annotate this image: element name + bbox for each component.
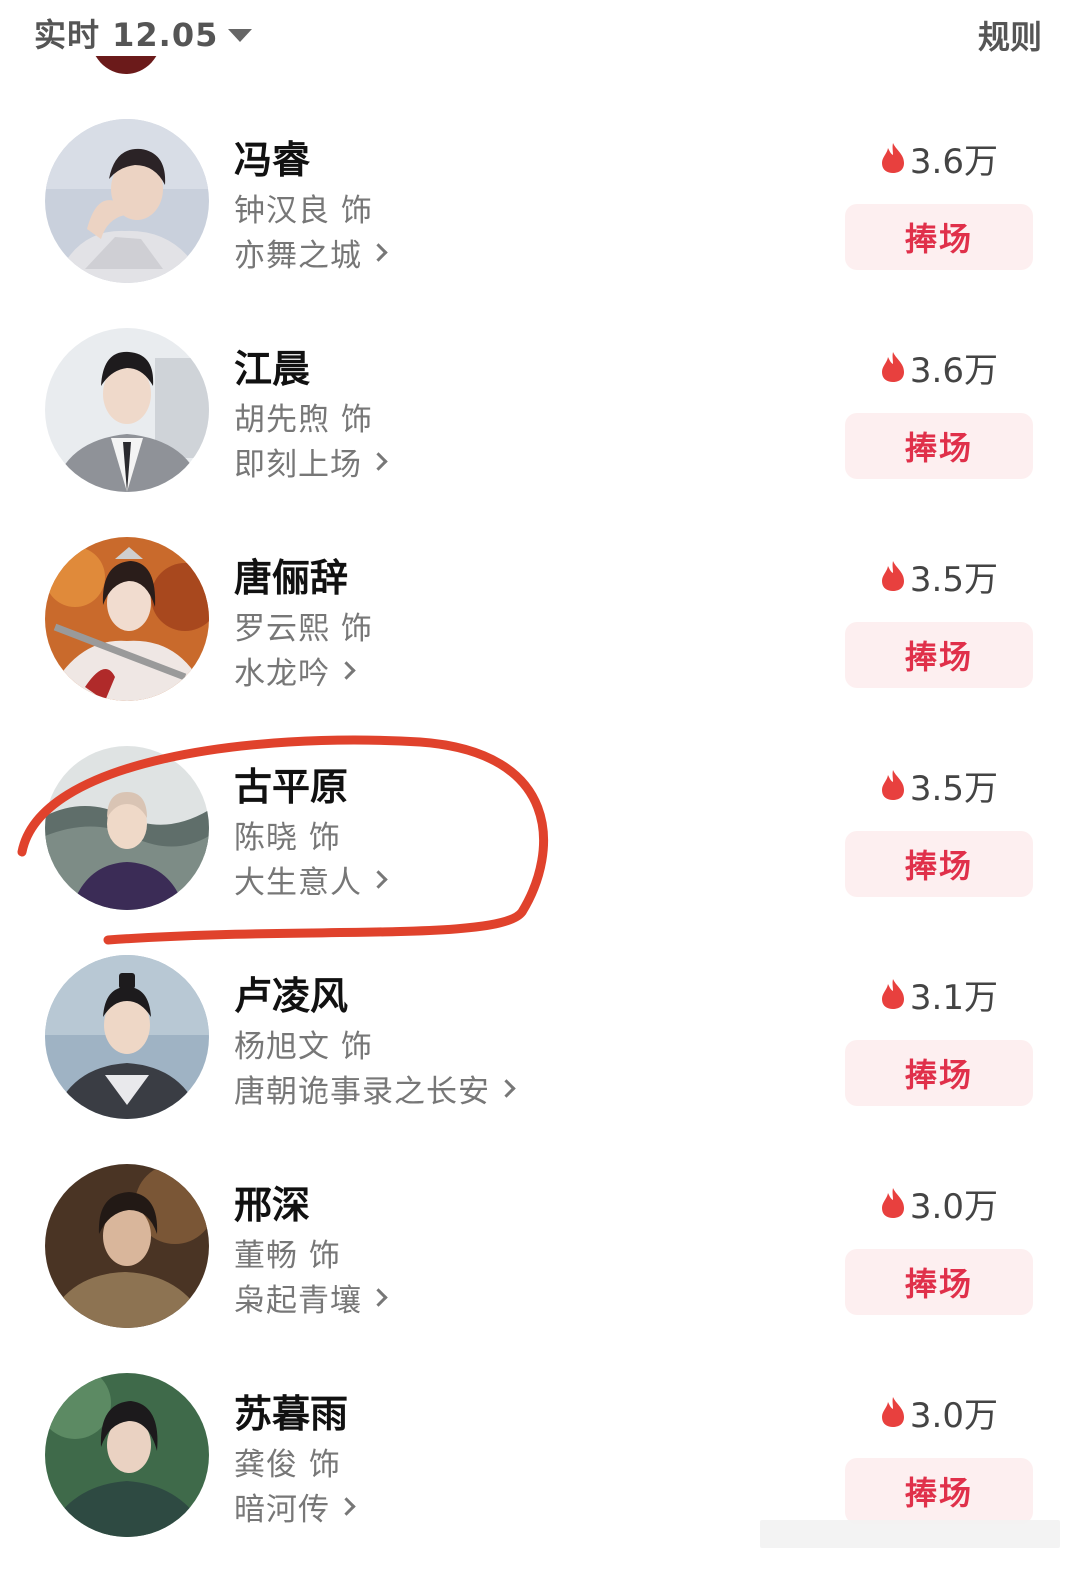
actor-role: 龚俊 饰 [234, 1447, 341, 1483]
flame-icon [881, 770, 904, 800]
avatar[interactable] [45, 328, 209, 492]
character-name: 古平原 [234, 765, 349, 809]
heat-score: 3.6万 [880, 345, 998, 391]
chevron-right-icon [369, 1287, 388, 1307]
flame-icon [881, 352, 904, 382]
actor-role: 董畅 饰 [234, 1238, 341, 1274]
drama-link[interactable]: 即刻上场 [234, 441, 388, 483]
list-item[interactable]: 卢凌风 杨旭文 饰 唐朝诡事录之长安 3.1万 捧场 [0, 932, 1080, 1141]
drama-link[interactable]: 大生意人 [234, 859, 388, 901]
heat-value: 3.6万 [909, 350, 998, 391]
flame-icon [881, 1397, 904, 1427]
drama-title: 唐朝诡事录之长安 [234, 1073, 490, 1110]
actor-role: 杨旭文 饰 [234, 1029, 373, 1065]
flame-icon [881, 979, 904, 1009]
heat-value: 3.5万 [909, 559, 998, 600]
previous-row-avatar-edge [90, 56, 162, 76]
heat-value: 3.5万 [909, 768, 998, 809]
chevron-right-icon [369, 451, 388, 471]
character-name: 邢深 [234, 1183, 311, 1227]
support-button[interactable]: 捧场 [845, 1249, 1033, 1315]
character-name: 唐俪辞 [234, 556, 349, 600]
heat-score: 3.6万 [880, 136, 998, 182]
support-button[interactable]: 捧场 [845, 1458, 1033, 1524]
drama-title: 水龙吟 [234, 655, 330, 692]
character-name: 冯睿 [234, 138, 311, 182]
heat-value: 3.6万 [909, 141, 998, 182]
support-button[interactable]: 捧场 [845, 413, 1033, 479]
flame-icon [881, 561, 904, 591]
list-item[interactable]: 江晨 胡先煦 饰 即刻上场 3.6万 捧场 [0, 305, 1080, 514]
actor-role: 罗云熙 饰 [234, 611, 373, 647]
chevron-right-icon [369, 869, 388, 889]
list-item[interactable]: 唐俪辞 罗云熙 饰 水龙吟 3.5万 捧场 [0, 514, 1080, 723]
avatar[interactable] [45, 746, 209, 910]
chevron-right-icon [337, 660, 356, 680]
character-name: 卢凌风 [234, 974, 349, 1018]
heat-value: 3.0万 [909, 1395, 998, 1436]
chevron-right-icon [369, 242, 388, 262]
support-button[interactable]: 捧场 [845, 1040, 1033, 1106]
top-bar: 实时 12.05 规则 [0, 0, 1080, 66]
actor-role: 陈晓 饰 [234, 820, 341, 856]
drama-link[interactable]: 枭起青壤 [234, 1277, 388, 1319]
drama-link[interactable]: 暗河传 [234, 1486, 356, 1528]
drama-title: 枭起青壤 [234, 1282, 362, 1319]
drama-title: 暗河传 [234, 1491, 330, 1528]
heat-score: 3.5万 [880, 763, 998, 809]
rules-link[interactable]: 规则 [978, 12, 1042, 58]
flame-icon [881, 1188, 904, 1218]
drama-link[interactable]: 亦舞之城 [234, 232, 388, 274]
actor-role: 钟汉良 饰 [234, 193, 373, 229]
list-item[interactable]: 冯睿 钟汉良 饰 亦舞之城 3.6万 捧场 [0, 96, 1080, 305]
actor-role: 胡先煦 饰 [234, 402, 373, 438]
flame-icon [881, 143, 904, 173]
drama-title: 大生意人 [234, 864, 362, 901]
support-button[interactable]: 捧场 [845, 622, 1033, 688]
character-name: 苏暮雨 [234, 1392, 349, 1436]
chevron-right-icon [337, 1496, 356, 1516]
heat-value: 3.0万 [909, 1186, 998, 1227]
heat-value: 3.1万 [909, 977, 998, 1018]
avatar[interactable] [45, 1164, 209, 1328]
drama-link[interactable]: 水龙吟 [234, 650, 356, 692]
character-name: 江晨 [234, 347, 311, 391]
drama-link[interactable]: 唐朝诡事录之长安 [234, 1068, 516, 1110]
drama-title: 即刻上场 [234, 446, 362, 483]
blurred-overlay-strip [760, 1520, 1060, 1548]
chevron-right-icon [497, 1078, 516, 1098]
list-item[interactable]: 邢深 董畅 饰 枭起青壤 3.0万 捧场 [0, 1141, 1080, 1350]
support-button[interactable]: 捧场 [845, 831, 1033, 897]
heat-score: 3.0万 [880, 1390, 998, 1436]
heat-score: 3.5万 [880, 554, 998, 600]
time-filter-label: 实时 12.05 [34, 16, 219, 54]
heat-score: 3.0万 [880, 1181, 998, 1227]
support-button[interactable]: 捧场 [845, 204, 1033, 270]
heat-score: 3.1万 [880, 972, 998, 1018]
list-item[interactable]: 古平原 陈晓 饰 大生意人 3.5万 捧场 [0, 723, 1080, 932]
avatar[interactable] [45, 955, 209, 1119]
avatar[interactable] [45, 119, 209, 283]
avatar[interactable] [45, 1373, 209, 1537]
time-filter-dropdown[interactable]: 实时 12.05 [34, 12, 253, 54]
avatar[interactable] [45, 537, 209, 701]
drama-title: 亦舞之城 [234, 237, 362, 274]
caret-down-icon [228, 28, 253, 42]
